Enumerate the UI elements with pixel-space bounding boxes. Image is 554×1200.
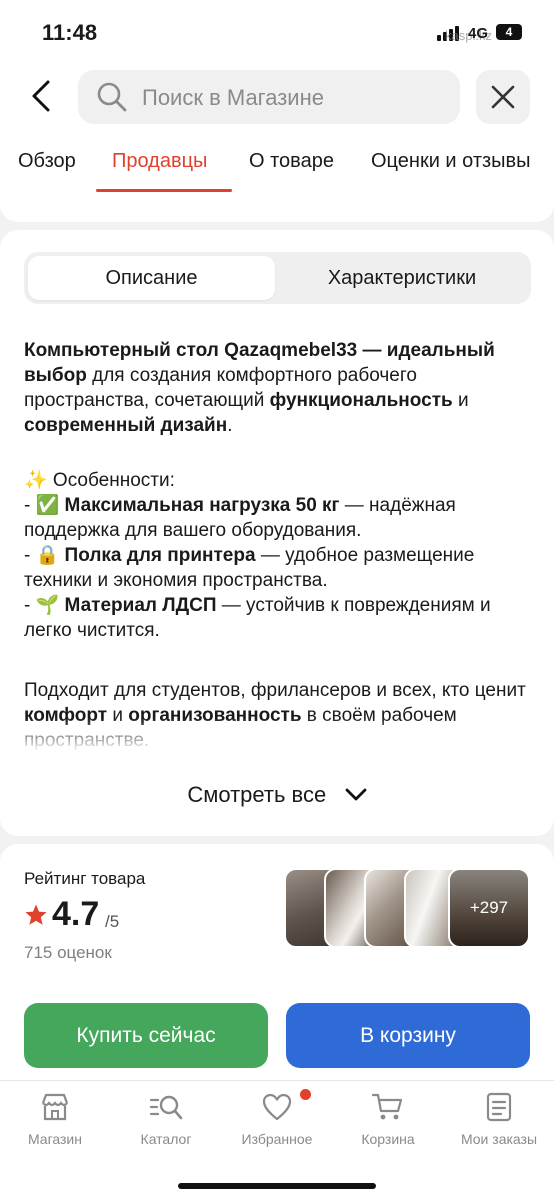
- search-placeholder: Поиск в Магазине: [142, 85, 324, 110]
- back-button[interactable]: [24, 76, 60, 116]
- network-type: 4G: [468, 25, 489, 42]
- nav-label: Каталог: [140, 1131, 192, 1147]
- nav-cart[interactable]: Корзина: [333, 1091, 443, 1147]
- close-icon: [491, 85, 515, 109]
- chevron-down-icon: [345, 788, 367, 801]
- feature-item: - 🔒 Полка для принтера — удобное размеще…: [24, 545, 475, 591]
- catalog-search-icon: [149, 1095, 183, 1120]
- status-bar: 11:48 kaspi.kz 4G 4: [0, 0, 554, 62]
- home-indicator: [178, 1183, 376, 1189]
- review-photos[interactable]: +297: [284, 868, 530, 948]
- tab-sellers[interactable]: Продавцы: [112, 150, 207, 173]
- heart-icon: [262, 1093, 292, 1121]
- add-to-cart-button[interactable]: В корзину: [286, 1003, 530, 1068]
- bottom-navigation: Магазин Каталог Избранное Корзина Мои за…: [0, 1080, 554, 1200]
- description-intro: Компьютерный стол Qazaqmebel33 — идеальн…: [24, 340, 495, 436]
- rating-max: /5: [105, 912, 120, 931]
- close-button[interactable]: [476, 70, 530, 124]
- tab-about[interactable]: О товаре: [249, 150, 334, 173]
- buy-now-button[interactable]: Купить сейчас: [24, 1003, 268, 1068]
- more-photos-count: +297: [469, 898, 509, 917]
- rating-value: 4.7: [52, 895, 100, 933]
- nav-favorites[interactable]: Избранное: [222, 1091, 332, 1147]
- see-all-button[interactable]: Смотреть все: [0, 782, 554, 822]
- orders-icon: [486, 1092, 512, 1122]
- features-block: ✨ Особенности: - ✅ Максимальная нагрузка…: [24, 468, 530, 643]
- search-icon: [97, 82, 127, 112]
- see-all-label: Смотреть все: [187, 782, 327, 807]
- nav-label: Мои заказы: [460, 1131, 538, 1147]
- star-icon: [25, 904, 47, 925]
- segment-description[interactable]: Описание: [28, 256, 275, 300]
- battery-icon: 4: [496, 24, 522, 40]
- top-header: Поиск в Магазине: [0, 62, 554, 134]
- rating-title: Рейтинг товара: [24, 869, 146, 888]
- cart-icon: [371, 1093, 403, 1120]
- notification-dot: [300, 1089, 311, 1100]
- more-photos[interactable]: +297: [448, 868, 530, 948]
- nav-label: Магазин: [27, 1131, 82, 1147]
- tab-overview[interactable]: Обзор: [18, 150, 76, 173]
- nav-shop[interactable]: Магазин: [0, 1091, 110, 1147]
- previous-card-bottom: [0, 194, 554, 222]
- product-tabs: Обзор Продавцы О товаре Оценки и отзывы: [0, 134, 554, 194]
- description-segmented-control: Описание Характеристики: [24, 252, 531, 304]
- chevron-left-icon: [32, 80, 50, 112]
- nav-label: Корзина: [361, 1131, 415, 1147]
- nav-catalog[interactable]: Каталог: [111, 1091, 221, 1147]
- features-title: ✨ Особенности:: [24, 470, 175, 491]
- status-time: 11:48: [42, 20, 98, 45]
- description-card: Описание Характеристики Компьютерный сто…: [0, 230, 554, 836]
- nav-label: Избранное: [241, 1131, 313, 1147]
- text-fade: [0, 718, 554, 758]
- segment-specs[interactable]: Характеристики: [277, 256, 527, 300]
- search-input[interactable]: Поиск в Магазине: [78, 70, 460, 124]
- nav-orders[interactable]: Мои заказы: [444, 1091, 554, 1147]
- rating-card: Рейтинг товара 4.7 /5 715 оценок +297 Ку…: [0, 844, 554, 1080]
- rating-count[interactable]: 715 оценок: [24, 943, 112, 963]
- feature-item: - 🌱 Материал ЛДСП — устойчив к поврежден…: [24, 595, 491, 641]
- feature-item: - ✅ Максимальная нагрузка 50 кг — надёжн…: [24, 495, 456, 541]
- shop-icon: [41, 1093, 69, 1121]
- tab-reviews[interactable]: Оценки и отзывы: [371, 150, 531, 173]
- active-tab-indicator: [96, 189, 232, 192]
